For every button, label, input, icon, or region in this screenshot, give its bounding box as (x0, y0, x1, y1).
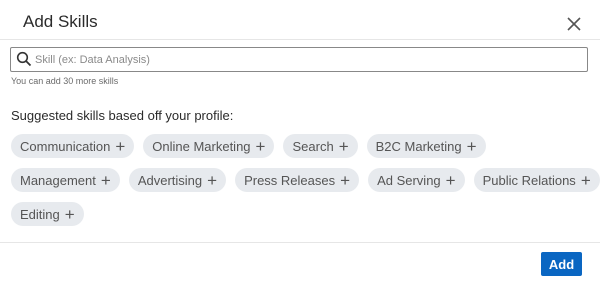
skill-chip-label: Ad Serving (377, 172, 441, 188)
skill-chip-search[interactable]: Search + (283, 134, 358, 158)
close-icon (567, 17, 581, 31)
suggestions-heading: Suggested skills based off your profile: (11, 108, 234, 123)
skill-chip-management[interactable]: Management + (11, 168, 120, 192)
skill-chip-public-relations[interactable]: Public Relations + (473, 168, 600, 192)
suggestion-row-1: Communication + Online Marketing + Searc… (11, 134, 486, 158)
close-button[interactable] (563, 13, 585, 35)
plus-icon: + (466, 136, 477, 156)
skill-chip-ad-serving[interactable]: Ad Serving + (368, 168, 465, 192)
dialog-title: Add Skills (23, 12, 98, 31)
skill-chip-online-marketing[interactable]: Online Marketing + (143, 134, 275, 158)
footer-divider (0, 242, 600, 243)
skill-search-field[interactable] (10, 47, 588, 72)
dialog-header: Add Skills (0, 0, 600, 40)
skill-chip-label: Advertising (137, 172, 203, 188)
skill-chip-b2c-marketing[interactable]: B2C Marketing + (366, 134, 486, 158)
plus-icon: + (340, 170, 351, 190)
skill-chip-label: Management (20, 172, 96, 188)
skill-search-input[interactable] (35, 49, 580, 70)
suggestion-row-2: Management + Advertising + Press Release… (11, 168, 600, 192)
skill-chip-label: Online Marketing (152, 138, 251, 154)
plus-icon: + (255, 136, 266, 156)
skill-chip-label: Editing (20, 206, 60, 222)
plus-icon: + (100, 170, 111, 190)
skill-chip-label: Search (292, 138, 334, 154)
skill-chip-label: Communication (20, 138, 111, 154)
skill-chip-label: Public Relations (482, 172, 576, 188)
skills-remaining-note: You can add 30 more skills (11, 76, 119, 86)
plus-icon: + (445, 170, 456, 190)
add-button[interactable]: Add (541, 252, 582, 276)
skill-chip-label: Press Releases (244, 172, 336, 188)
skill-chip-advertising[interactable]: Advertising + (128, 168, 227, 192)
plus-icon: + (64, 204, 75, 224)
search-icon (16, 51, 32, 67)
plus-icon: + (580, 170, 591, 190)
skill-chip-communication[interactable]: Communication + (11, 134, 135, 158)
plus-icon: + (207, 170, 218, 190)
plus-icon: + (338, 136, 349, 156)
plus-icon: + (115, 136, 126, 156)
suggestion-row-3: Editing + (11, 202, 84, 226)
skill-chip-label: B2C Marketing (375, 138, 462, 154)
skill-chip-press-releases[interactable]: Press Releases + (235, 168, 360, 192)
skill-chip-editing[interactable]: Editing + (11, 202, 84, 226)
